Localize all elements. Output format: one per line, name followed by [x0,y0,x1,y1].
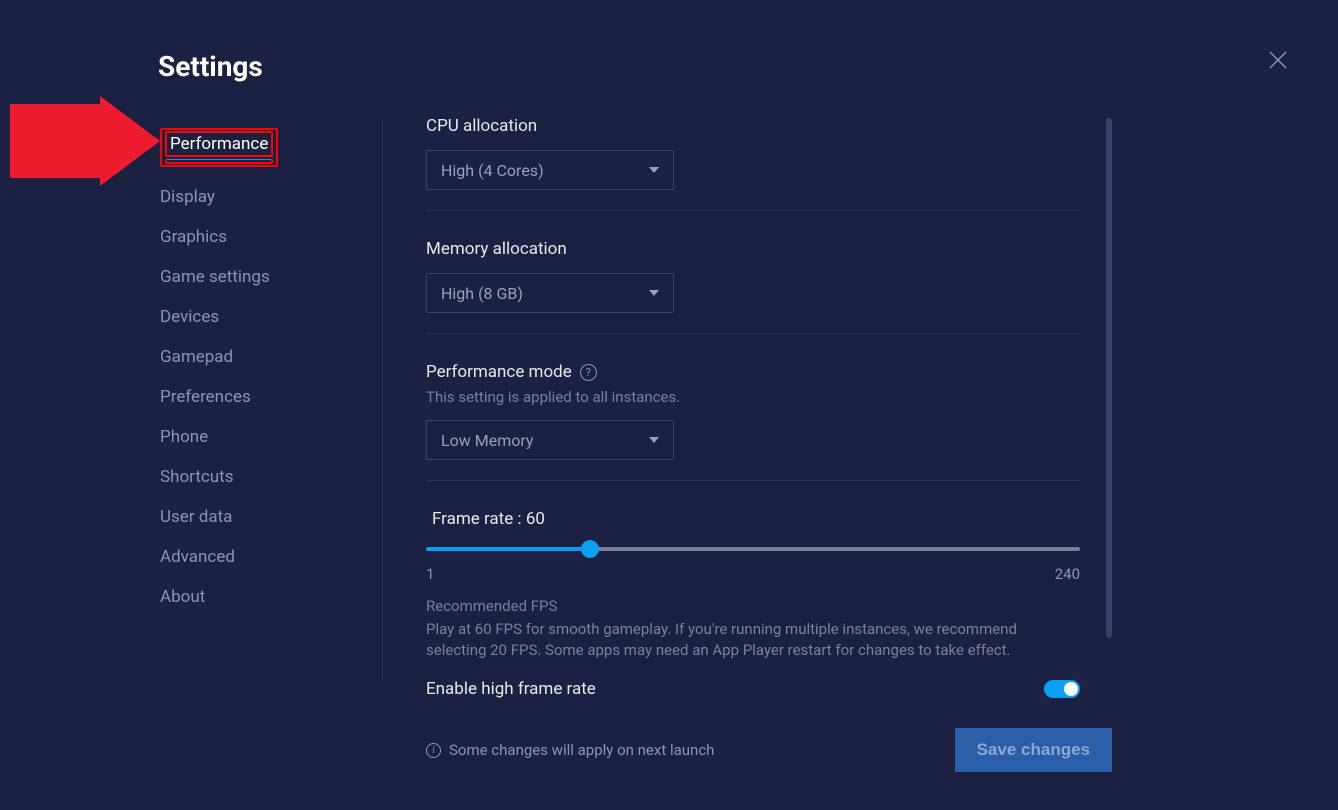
frame-rate-label: Frame rate : 60 [426,509,1080,529]
section-divider [426,210,1080,211]
memory-allocation-section: Memory allocation High (8 GB) [426,239,1080,334]
chevron-down-icon [649,167,659,173]
sidebar-item-graphics[interactable]: Graphics [160,219,370,255]
slider-thumb[interactable] [581,540,599,558]
sidebar-item-label: Performance [165,131,273,157]
sidebar-item-gamepad[interactable]: Gamepad [160,339,370,375]
vertical-divider [382,120,383,680]
sidebar-item-label: Graphics [160,227,227,247]
info-icon: i [426,743,441,758]
content-scrollbar[interactable] [1106,118,1112,638]
sidebar-item-phone[interactable]: Phone [160,419,370,455]
slider-fill [426,547,590,551]
sidebar-item-performance[interactable]: Performance [160,120,370,175]
sidebar-item-devices[interactable]: Devices [160,299,370,335]
sidebar-item-shortcuts[interactable]: Shortcuts [160,459,370,495]
slider-max: 240 [1055,565,1080,583]
cpu-allocation-label: CPU allocation [426,116,1080,136]
high-frame-rate-toggle[interactable] [1044,680,1080,698]
toggle-knob [1064,682,1078,696]
recommended-fps-title: Recommended FPS [426,597,1080,615]
performance-mode-select[interactable]: Low Memory [426,420,674,460]
settings-header: Settings [158,50,263,83]
sidebar-item-user-data[interactable]: User data [160,499,370,535]
memory-allocation-value: High (8 GB) [441,284,523,303]
recommended-fps-text: Play at 60 FPS for smooth gameplay. If y… [426,619,1080,661]
page-title: Settings [158,50,263,83]
cpu-allocation-value: High (4 Cores) [441,161,544,180]
slider-range: 1 240 [426,565,1080,583]
sidebar-item-about[interactable]: About [160,579,370,615]
cpu-allocation-section: CPU allocation High (4 Cores) [426,116,1080,211]
memory-allocation-select[interactable]: High (8 GB) [426,273,674,313]
annotation-arrow [10,96,160,186]
section-divider [426,480,1080,481]
frame-rate-section: Frame rate : 60 1 240 Recommended FPS Pl… [426,509,1080,699]
sidebar-item-label: Gamepad [160,347,233,367]
cpu-allocation-select[interactable]: High (4 Cores) [426,150,674,190]
sidebar-item-game-settings[interactable]: Game settings [160,259,370,295]
high-frame-rate-label: Enable high frame rate [426,679,596,699]
chevron-down-icon [649,290,659,296]
save-changes-button[interactable]: Save changes [955,728,1112,772]
sidebar-item-label: Game settings [160,267,270,287]
frame-rate-slider[interactable] [426,539,1080,559]
performance-mode-label: Performance mode ? [426,362,1080,382]
close-button[interactable] [1266,48,1290,72]
performance-mode-section: Performance mode ? This setting is appli… [426,362,1080,481]
memory-allocation-label: Memory allocation [426,239,1080,259]
sidebar-item-label: Display [160,187,215,207]
sidebar-item-advanced[interactable]: Advanced [160,539,370,575]
sidebar-item-label: Devices [160,307,219,327]
chevron-down-icon [649,437,659,443]
performance-mode-sublabel: This setting is applied to all instances… [426,388,1080,406]
frame-rate-value: 60 [526,509,545,529]
sidebar-item-label: User data [160,507,232,527]
sidebar-item-display[interactable]: Display [160,179,370,215]
sidebar-item-label: Advanced [160,547,235,567]
help-icon[interactable]: ? [580,364,597,381]
sidebar-item-preferences[interactable]: Preferences [160,379,370,415]
slider-min: 1 [426,565,434,583]
footer-note: i Some changes will apply on next launch [426,741,714,759]
section-divider [426,333,1080,334]
sidebar-item-label: About [160,587,205,607]
sidebar-item-label: Phone [160,427,208,447]
performance-mode-value: Low Memory [441,431,533,450]
high-frame-rate-row: Enable high frame rate [426,679,1080,699]
close-icon [1266,48,1290,72]
sidebar: Performance Display Graphics Game settin… [160,120,370,619]
content-panel: CPU allocation High (4 Cores) Memory all… [426,116,1080,719]
footer: i Some changes will apply on next launch… [426,728,1112,772]
sidebar-item-label: Shortcuts [160,467,234,487]
sidebar-item-label: Preferences [160,387,251,407]
